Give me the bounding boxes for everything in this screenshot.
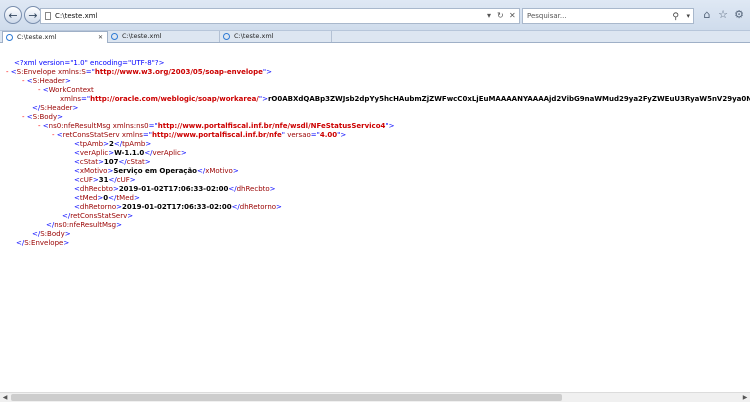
xml-element-tmed: <tMed>0</tMed>	[74, 194, 140, 202]
gear-icon[interactable]: ⚙	[732, 8, 746, 22]
xml-document: <?xml version="1.0" encoding="UTF-8"?> -…	[0, 43, 750, 392]
xml-element-cstat: <cStat>107</cStat>	[74, 158, 151, 166]
dropdown-icon[interactable]: ▾	[487, 9, 491, 23]
search-box[interactable]: Pesquisar... ⚲ ▾	[522, 8, 694, 24]
home-icon[interactable]: ⌂	[700, 8, 714, 22]
xml-close-retconsstatserv: </retConsStatServ>	[62, 212, 134, 220]
xml-declaration: <?xml version="1.0" encoding="UTF-8"?>	[14, 59, 165, 67]
tab-label: C:\teste.xml	[17, 33, 57, 41]
tab-3[interactable]: C:\teste.xml	[220, 31, 332, 42]
scroll-right-icon[interactable]: ▶	[740, 393, 750, 402]
search-placeholder: Pesquisar...	[527, 12, 567, 20]
ie-icon	[111, 33, 118, 40]
search-dropdown-icon[interactable]: ▾	[686, 9, 690, 23]
address-text: C:\teste.xml	[55, 12, 98, 20]
xml-element-dhretorno: <dhRetorno>2019-01-02T17:06:33-02:00</dh…	[74, 203, 282, 211]
collapse-icon: -	[22, 113, 25, 121]
xml-element-dhrecbto: <dhRecbto>2019-01-02T17:06:33-02:00</dhR…	[74, 185, 276, 193]
favorites-icon[interactable]: ☆	[716, 8, 730, 22]
tab-1[interactable]: C:\teste.xml ✕	[2, 31, 108, 43]
scroll-left-icon[interactable]: ◀	[0, 393, 10, 402]
collapse-icon: -	[38, 122, 41, 130]
tab-label: C:\teste.xml	[122, 32, 162, 40]
address-bar[interactable]: C:\teste.xml ▾ ↻ ✕	[40, 8, 520, 24]
browser-toolbar: ← → C:\teste.xml ▾ ↻ ✕ Pesquisar... ⚲ ▾ …	[0, 0, 750, 31]
xml-node-header[interactable]: - <S:Header>	[22, 77, 71, 86]
forward-arrow-icon: →	[28, 8, 38, 22]
xml-element-cuf: <cUF>31</cUF>	[74, 176, 136, 184]
horizontal-scrollbar[interactable]: ◀ ▶	[0, 392, 750, 402]
xml-element-veraplic: <verAplic>W-1.1.0</verAplic>	[74, 149, 187, 157]
tab-close-icon[interactable]: ✕	[98, 32, 103, 43]
xml-close-header: </S:Header>	[32, 104, 79, 112]
xml-attr-workcontext: xmlns="http://oracle.com/weblogic/soap/w…	[60, 95, 750, 103]
collapse-icon: -	[52, 131, 55, 139]
xml-node-retconsstatserv[interactable]: - <retConsStatServ xmlns="http://www.por…	[52, 131, 346, 140]
tab-label: C:\teste.xml	[234, 32, 274, 40]
refresh-icon[interactable]: ↻	[497, 9, 504, 23]
close-icon[interactable]: ✕	[509, 9, 516, 23]
xml-element-xmotivo: <xMotivo>Serviço em Operação</xMotivo>	[74, 167, 239, 175]
collapse-icon: -	[38, 86, 41, 94]
xml-close-nferesultmsg: </ns0:nfeResultMsg>	[46, 221, 122, 229]
ie-icon	[223, 33, 230, 40]
xml-node-body[interactable]: - <S:Body>	[22, 113, 63, 122]
xml-element-tpamb: <tpAmb>2</tpAmb>	[74, 140, 152, 148]
search-icon[interactable]: ⚲	[672, 10, 679, 24]
collapse-icon: -	[22, 77, 25, 85]
xml-node-nferesultmsg[interactable]: - <ns0:nfeResultMsg xmlns:ns0="http://ww…	[38, 122, 394, 131]
xml-close-body: </S:Body>	[32, 230, 71, 238]
xml-node-envelope[interactable]: - <S:Envelope xmlns:S="http://www.w3.org…	[6, 68, 272, 77]
back-arrow-icon: ←	[8, 8, 18, 22]
scrollbar-thumb[interactable]	[11, 394, 562, 401]
xml-close-envelope: </S:Envelope>	[16, 239, 70, 247]
tab-2[interactable]: C:\teste.xml	[108, 31, 220, 42]
ie-icon	[6, 34, 13, 41]
back-button[interactable]: ←	[4, 6, 22, 24]
collapse-icon: -	[6, 68, 9, 76]
xml-node-workcontext[interactable]: - <WorkContext	[38, 86, 94, 95]
tab-strip: C:\teste.xml ✕ C:\teste.xml C:\teste.xml	[0, 31, 750, 43]
page-icon	[45, 12, 51, 20]
